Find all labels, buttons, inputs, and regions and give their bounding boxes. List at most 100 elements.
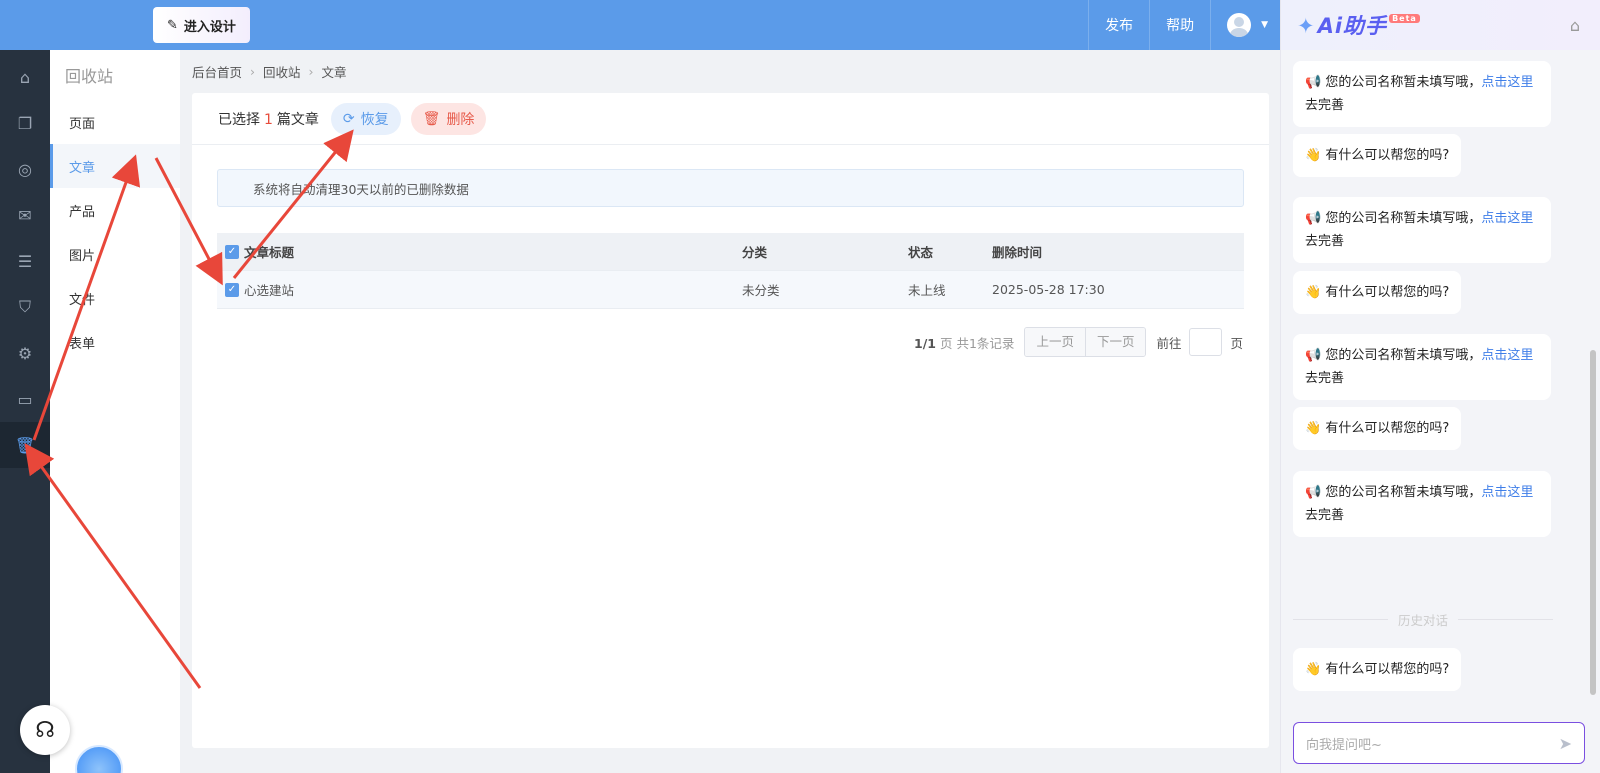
publish-link[interactable]: 发布 (1088, 0, 1149, 50)
next-page-button[interactable]: 下一页 (1084, 328, 1146, 356)
goto-page-input[interactable] (1189, 328, 1223, 356)
subnav-item-forms[interactable]: 表单 (50, 320, 180, 364)
bubble-after-text: 去完善 (1305, 508, 1345, 523)
breadcrumb-home[interactable]: 后台首页 (192, 62, 242, 81)
delete-button[interactable]: 🗑 删除 (410, 102, 487, 135)
header-category: 分类 (742, 245, 768, 260)
selection-suffix: 篇文章 (276, 111, 319, 128)
complete-info-link[interactable]: 点击这里 (1481, 348, 1533, 363)
row-checkbox[interactable]: ✓ (225, 282, 239, 297)
trash-icon: 🗑 (14, 435, 36, 455)
subnav-item-images[interactable]: 图片 (50, 232, 180, 276)
chat-bubble-greeting: 👋 有什么可以帮您的吗? (1293, 407, 1462, 450)
chat-bubble-notice: 📢 您的公司名称暂未填写哦，点击这里 去完善 (1293, 197, 1551, 263)
chat-scrollbar[interactable] (1590, 350, 1596, 695)
cell-deleted-time: 2025-05-28 17:30 (992, 282, 1105, 297)
home-icon: ⌂ (19, 67, 31, 87)
page-record-count: 页 共1条记录 (940, 335, 1015, 351)
wechat-icon: ✉ (18, 205, 32, 225)
goto-page: 前往 页 (1156, 328, 1243, 356)
enter-design-label: 进入设计 (183, 19, 236, 35)
settings-icon: ⚙ (17, 343, 33, 363)
rail-wechat[interactable]: ✉ (0, 192, 50, 238)
refresh-icon: ⟳ (342, 110, 355, 127)
bubble-text: 有什么可以帮您的吗? (1325, 421, 1450, 436)
subnav-item-files[interactable]: 文件 (50, 276, 180, 320)
megaphone-icon: 📢 (1305, 211, 1322, 226)
selection-summary: 已选择 1 篇文章 (218, 109, 319, 129)
waving-hand-icon: 👋 (1305, 421, 1322, 436)
delete-label: 删除 (446, 111, 475, 128)
rail-recycle-bin[interactable]: 🗑 (0, 422, 50, 468)
help-link[interactable]: 帮助 (1149, 0, 1210, 50)
bubble-text: 您的公司名称暂未填写哦， (1325, 348, 1482, 363)
restore-label: 恢复 (360, 111, 389, 128)
subnav-item-pages[interactable]: 页面 (50, 100, 180, 144)
selection-count: 1 (264, 111, 273, 128)
send-icon[interactable]: ➤ (1559, 734, 1572, 753)
enter-design-button[interactable]: ✎ 进入设计 (153, 7, 250, 43)
recycle-subnav: 回收站 页面 文章 产品 图片 文件 表单 (50, 50, 180, 773)
auto-clean-notice: 系统将自动清理30天以前的已删除数据 (217, 169, 1244, 207)
breadcrumb: 后台首页 › 回收站 › 文章 (192, 62, 347, 81)
chat-messages: 历史对话 📢 您的公司名称暂未填写哦，点击这里 去完善 👋 有什么可以帮您的吗? 📢… (1293, 50, 1589, 710)
rail-pages[interactable]: ❐ (0, 100, 50, 146)
bubble-text: 您的公司名称暂未填写哦， (1325, 211, 1482, 226)
terminal-icon: ▭ (17, 389, 33, 409)
icon-rail: ⌂ ❐ ◎ ✉ ☰ ⛉ ⚙ ▭ 🗑 (0, 50, 50, 773)
toolbar: 已选择 1 篇文章 ⟳ 恢复 🗑 删除 (192, 93, 1269, 145)
chat-bubble-notice: 📢 您的公司名称暂未填写哦，点击这里 去完善 (1293, 61, 1551, 127)
subnav-item-articles[interactable]: 文章 (50, 144, 180, 188)
chat-bubble-greeting: 👋 有什么可以帮您的吗? (1293, 271, 1462, 314)
chat-input[interactable]: 向我提问吧~ ➤ (1293, 722, 1585, 764)
rail-articles[interactable]: ☰ (0, 238, 50, 284)
breadcrumb-articles: 文章 (321, 65, 347, 80)
magic-wand-icon: ✦ (1297, 14, 1316, 38)
edit-icon: ✎ (167, 17, 178, 33)
rail-home[interactable]: ⌂ (0, 54, 50, 100)
table-header: ✓ 文章标题 分类 状态 删除时间 (217, 233, 1244, 271)
chevron-right-icon: › (250, 64, 256, 79)
customer-support-button[interactable]: ☊ (20, 705, 70, 755)
megaphone-icon: 📢 (1305, 75, 1322, 90)
subnav-item-products[interactable]: 产品 (50, 188, 180, 232)
cell-status: 未上线 (908, 283, 946, 298)
top-bar: ✎ 进入设计 发布 帮助 ▼ (0, 0, 1280, 50)
breadcrumb-recycle[interactable]: 回收站 (263, 62, 301, 81)
complete-info-link[interactable]: 点击这里 (1481, 75, 1533, 90)
header-status: 状态 (908, 245, 934, 260)
bubble-text: 有什么可以帮您的吗? (1325, 662, 1450, 677)
chat-bubble-notice: 📢 您的公司名称暂未填写哦，点击这里 去完善 (1293, 334, 1551, 400)
bubble-text: 有什么可以帮您的吗? (1325, 148, 1450, 163)
user-menu[interactable]: ▼ (1210, 0, 1280, 50)
megaphone-icon: 📢 (1305, 348, 1322, 363)
clear-chat-icon[interactable]: ⌂ (1570, 16, 1580, 35)
rail-shop[interactable]: ⛉ (0, 284, 50, 330)
trash-icon: 🗑 (422, 110, 441, 127)
history-label: 历史对话 (1398, 613, 1449, 628)
table-row[interactable]: ✓ 心选建站 未分类 未上线 2025-05-28 17:30 (217, 271, 1244, 309)
beta-badge: Beta (1389, 14, 1420, 23)
avatar[interactable] (1227, 13, 1252, 37)
ai-assistant-panel: ✦Ai助手 Beta ⌂ 历史对话 📢 您的公司名称暂未填写哦，点击这里 去完善 👋… (1280, 0, 1600, 773)
pagination: 1/1 页 共1条记录 上一页 下一页 前往 页 (914, 327, 1243, 357)
history-divider: 历史对话 (1293, 610, 1554, 629)
rail-terminal[interactable]: ▭ (0, 376, 50, 422)
bubble-text: 您的公司名称暂未填写哦， (1325, 75, 1482, 90)
waving-hand-icon: 👋 (1305, 662, 1322, 677)
rail-site[interactable]: ◎ (0, 146, 50, 192)
chat-bubble-greeting: 👋 有什么可以帮您的吗? (1293, 648, 1462, 691)
restore-button[interactable]: ⟳ 恢复 (330, 102, 401, 135)
select-all-checkbox[interactable]: ✓ (225, 244, 239, 259)
rail-settings[interactable]: ⚙ (0, 330, 50, 376)
pages-icon: ❐ (17, 113, 33, 133)
ai-title: Ai助手 (1317, 14, 1388, 38)
bubble-text: 您的公司名称暂未填写哦， (1325, 485, 1482, 500)
complete-info-link[interactable]: 点击这里 (1481, 211, 1533, 226)
caret-down-icon[interactable]: ▼ (1261, 20, 1268, 30)
chat-bubble-greeting: 👋 有什么可以帮您的吗? (1293, 134, 1462, 177)
cell-title: 心选建站 (244, 283, 295, 298)
prev-page-button[interactable]: 上一页 (1025, 328, 1085, 356)
complete-info-link[interactable]: 点击这里 (1481, 485, 1533, 500)
waving-hand-icon: 👋 (1305, 148, 1322, 163)
